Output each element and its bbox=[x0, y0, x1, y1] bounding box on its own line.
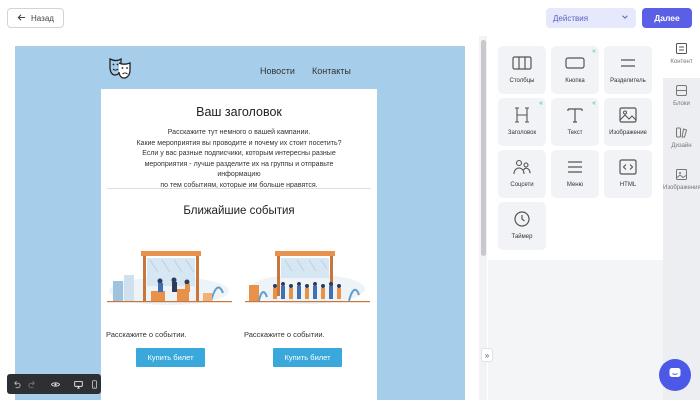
buy-ticket-button[interactable]: Купить билет bbox=[136, 348, 205, 367]
block-tile-label: Разделитель bbox=[610, 78, 646, 84]
preview-eye-icon[interactable] bbox=[51, 380, 60, 389]
html-icon bbox=[618, 158, 638, 176]
sidebar-item-label: Дизайн bbox=[671, 143, 692, 149]
block-tile-label: Соцсети bbox=[510, 182, 534, 188]
block-tile-label: Столбцы bbox=[509, 78, 535, 84]
double-chevron-icon: « bbox=[539, 100, 543, 107]
event-illustration-stage[interactable] bbox=[107, 251, 232, 311]
menu-icon bbox=[565, 158, 585, 176]
redo-icon[interactable] bbox=[28, 380, 37, 389]
intro-line: по тем событиям, которые им больше нравя… bbox=[160, 181, 318, 189]
email-canvas[interactable]: Новости Контакты Ваш заголовок Расскажит… bbox=[15, 46, 465, 400]
event-description[interactable]: Расскажите о событии. bbox=[106, 330, 187, 339]
sidebar-item-label: Блоки bbox=[673, 101, 690, 107]
collapse-panel-button[interactable]: » bbox=[481, 348, 493, 362]
block-tile-text[interactable]: « Текст bbox=[551, 98, 599, 146]
sidebar-item-label: Контент bbox=[670, 59, 693, 65]
content-icon bbox=[675, 42, 688, 55]
actions-dropdown-label: Действия bbox=[553, 13, 589, 23]
divider-icon bbox=[618, 54, 638, 72]
email-content-card[interactable]: Ваш заголовок Расскажите тут немного о в… bbox=[101, 89, 377, 400]
desktop-view-icon[interactable] bbox=[74, 380, 83, 389]
sidebar-item-blocks[interactable]: Блоки bbox=[663, 78, 700, 120]
block-tile-social[interactable]: Соцсети bbox=[498, 150, 546, 198]
undo-icon[interactable] bbox=[12, 380, 21, 389]
block-tile-columns[interactable]: Столбцы bbox=[498, 46, 546, 94]
button-icon bbox=[565, 54, 585, 72]
top-bar: Назад Действия Далее bbox=[0, 0, 700, 36]
design-icon bbox=[675, 126, 688, 139]
email-intro-text[interactable]: Расскажите тут немного о вашей кампании.… bbox=[129, 128, 349, 191]
mobile-view-icon[interactable] bbox=[90, 379, 99, 389]
intro-line: Расскажите тут немного о вашей кампании. bbox=[167, 129, 311, 136]
images-icon bbox=[675, 168, 688, 181]
double-chevron-icon: « bbox=[592, 48, 596, 55]
text-icon bbox=[565, 106, 585, 124]
email-title[interactable]: Ваш заголовок bbox=[101, 105, 377, 119]
sidebar-item-label: Изображения bbox=[663, 185, 700, 191]
timer-icon bbox=[512, 210, 532, 228]
block-tile-label: Изображение bbox=[609, 130, 647, 136]
nav-link-contacts[interactable]: Контакты bbox=[312, 66, 351, 76]
events-title[interactable]: Ближайшие события bbox=[101, 205, 377, 217]
chat-support-button[interactable] bbox=[659, 359, 691, 391]
block-tile-divider[interactable]: Разделитель bbox=[604, 46, 652, 94]
block-tile-html[interactable]: HTML bbox=[604, 150, 652, 198]
image-icon bbox=[618, 106, 638, 124]
intro-line: мероприятия - лучше разделите их на груп… bbox=[144, 160, 334, 179]
block-tile-label: HTML bbox=[619, 182, 637, 188]
chat-bubble-icon bbox=[668, 366, 682, 385]
block-tile-label: Заголовок bbox=[507, 130, 537, 136]
intro-line: Если у вас разные подписчики, которым ин… bbox=[142, 150, 336, 157]
sidebar-item-design[interactable]: Дизайн bbox=[663, 120, 700, 162]
block-tile-label: Текст bbox=[567, 130, 583, 136]
intro-line: Какие мероприятия вы проводите и почему … bbox=[136, 139, 342, 147]
block-tile-image[interactable]: Изображение bbox=[604, 98, 652, 146]
buy-ticket-button[interactable]: Купить билет bbox=[273, 348, 342, 367]
block-tile-label: Кнопка bbox=[565, 78, 585, 84]
theater-masks-icon[interactable] bbox=[107, 56, 133, 80]
double-chevron-icon: « bbox=[592, 100, 596, 107]
back-button[interactable]: Назад bbox=[7, 8, 64, 28]
editor-toolbar bbox=[7, 374, 101, 394]
blocks-icon bbox=[675, 84, 688, 97]
event-description[interactable]: Расскажите о событии. bbox=[244, 330, 325, 339]
chevron-down-icon bbox=[621, 13, 629, 23]
block-tile-label: Меню bbox=[566, 182, 584, 188]
columns-icon bbox=[512, 54, 532, 72]
arrow-left-icon bbox=[17, 13, 26, 24]
block-tile-menu[interactable]: Меню bbox=[551, 150, 599, 198]
sidebar-item-images[interactable]: Изображения bbox=[663, 162, 700, 204]
sidebar-item-content[interactable]: Контент bbox=[663, 36, 700, 78]
block-tile-timer[interactable]: Таймер bbox=[498, 202, 546, 250]
next-button[interactable]: Далее bbox=[642, 8, 692, 28]
canvas-scrollbar-thumb[interactable] bbox=[481, 40, 486, 256]
divider bbox=[107, 188, 371, 189]
social-icon bbox=[512, 158, 532, 176]
actions-dropdown[interactable]: Действия bbox=[546, 8, 636, 28]
block-tile-button[interactable]: « Кнопка bbox=[551, 46, 599, 94]
double-chevron-right-icon: » bbox=[484, 350, 490, 360]
back-button-label: Назад bbox=[31, 13, 54, 23]
heading-icon bbox=[512, 106, 532, 124]
event-illustration-concert[interactable] bbox=[245, 251, 370, 311]
block-tile-heading[interactable]: « Заголовок bbox=[498, 98, 546, 146]
nav-link-news[interactable]: Новости bbox=[260, 66, 295, 76]
block-tile-label: Таймер bbox=[511, 234, 533, 240]
